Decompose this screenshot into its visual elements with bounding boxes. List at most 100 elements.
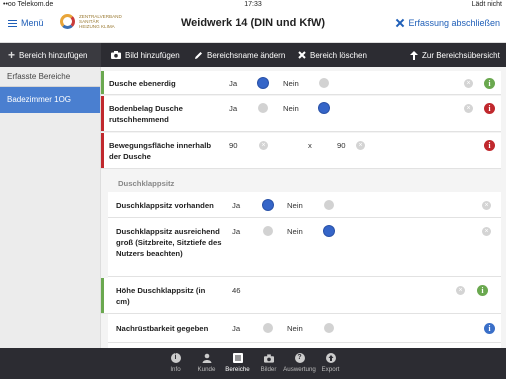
form-row: Bewegungsfläche innerhalb der Dusche 90 … <box>101 133 501 169</box>
sidebar-item-badezimmer[interactable]: Badezimmer 1OG <box>0 87 100 113</box>
add-image-label: Bild hinzufügen <box>125 50 180 60</box>
yes-label: Ja <box>229 79 238 88</box>
tab-auswertung[interactable]: ? Auswertung <box>283 348 316 379</box>
no-label: Nein <box>287 227 303 236</box>
tab-kunde[interactable]: Kunde <box>191 348 222 379</box>
clear-icon[interactable]: × <box>482 227 491 236</box>
add-area-label: Bereich hinzufügen <box>19 50 88 60</box>
info-icon[interactable]: i <box>484 323 495 334</box>
clear-icon[interactable]: × <box>464 79 473 88</box>
tab-info[interactable]: i Info <box>160 348 191 379</box>
row-label: Duschklappsitz vorhanden <box>116 201 214 210</box>
pencil-icon <box>195 51 202 59</box>
overview-button[interactable]: Zur Bereichsübersicht <box>410 43 500 67</box>
tab-label: Kunde <box>197 366 216 373</box>
status-bar-green <box>101 278 104 313</box>
form-row: Höhe Duschklappsitz (in cm) 46 × i <box>101 278 501 314</box>
times-label: x <box>308 141 312 150</box>
clear-icon[interactable]: × <box>482 201 491 210</box>
yes-label: Ja <box>232 324 241 333</box>
section-title: Duschklappsitz <box>118 179 175 188</box>
clear-icon[interactable]: × <box>356 141 365 150</box>
yes-radio[interactable] <box>263 226 273 236</box>
toolbar: + Bereich hinzufügen Bild hinzufügen Ber… <box>0 43 506 67</box>
tab-label: Bereiche <box>225 366 250 373</box>
form-row: Bodenbelag Dusche rutschhemmend Ja Nein … <box>101 96 501 132</box>
yes-label: Ja <box>229 104 238 113</box>
yes-label: Ja <box>232 201 241 210</box>
sidebar-header: Erfasste Bereiche <box>0 67 100 87</box>
row-label: Höhe Duschklappsitz (in cm) <box>116 286 206 306</box>
row-label: Duschklappsitz ausreichend groß (Sitzbre… <box>116 227 222 258</box>
add-area-button[interactable]: + Bereich hinzufügen <box>0 43 101 67</box>
status-bar-green <box>101 71 104 94</box>
info-icon[interactable]: i <box>484 78 495 89</box>
info-icon: i <box>170 353 181 363</box>
add-image-button[interactable]: Bild hinzufügen <box>111 43 180 67</box>
section-duschklappsitz: Duschklappsitz Duschklappsitz vorhanden … <box>101 170 501 348</box>
depth-value[interactable]: 90 <box>337 141 346 150</box>
no-label: Nein <box>287 324 303 333</box>
no-radio[interactable] <box>319 78 329 88</box>
sidebar: Erfasste Bereiche Badezimmer 1OG <box>0 67 101 348</box>
delete-area-button[interactable]: Bereich löschen <box>298 43 367 67</box>
tab-label: Auswertung <box>283 366 316 373</box>
status-bar-red <box>101 96 104 131</box>
clock-label: 17:33 <box>244 1 262 8</box>
no-label: Nein <box>283 79 299 88</box>
no-label: Nein <box>287 201 303 210</box>
width-value[interactable]: 90 <box>229 141 238 150</box>
finish-label: Erfassung abschließen <box>408 18 500 28</box>
info-icon[interactable]: i <box>477 285 488 296</box>
info-icon[interactable]: i <box>484 103 495 114</box>
form-row: Nachrüstbarkeit gegeben Ja Nein i <box>108 315 501 343</box>
tab-label: Bilder <box>260 366 277 373</box>
no-radio[interactable] <box>324 226 334 236</box>
status-bar-red <box>101 133 104 168</box>
form-row: Dusche ebenerdig Ja Nein × i <box>101 71 501 95</box>
rename-area-button[interactable]: Bereichsname ändern <box>194 43 285 67</box>
export-icon <box>325 353 336 363</box>
close-icon <box>396 19 404 27</box>
clear-icon[interactable]: × <box>464 104 473 113</box>
overview-label: Zur Bereichsübersicht <box>422 50 500 60</box>
section-panel: Duschklappsitz vorhanden Ja Nein × Dusch… <box>101 192 501 348</box>
yes-radio[interactable] <box>258 103 268 113</box>
camera-icon <box>263 353 274 363</box>
person-icon <box>202 353 212 363</box>
height-value[interactable]: 46 <box>232 286 241 295</box>
list-icon <box>232 353 243 363</box>
no-radio[interactable] <box>324 323 334 333</box>
delete-area-label: Bereich löschen <box>310 50 367 60</box>
form-row: Duschklappsitz ausreichend groß (Sitzbre… <box>108 219 501 277</box>
row-label: Nachrüstbarkeit gegeben <box>116 324 209 333</box>
clear-icon[interactable]: × <box>259 141 268 150</box>
tab-bereiche[interactable]: Bereiche <box>222 348 253 379</box>
info-icon[interactable]: i <box>484 140 495 151</box>
bottom-tab-bar: i Info Kunde Bereiche Bilder ? Auswertun… <box>0 348 506 379</box>
question-icon: ? <box>294 353 305 363</box>
yes-label: Ja <box>232 227 241 236</box>
no-radio[interactable] <box>319 103 329 113</box>
tab-label: Info <box>170 366 181 373</box>
row-label: Dusche ebenerdig <box>109 79 176 88</box>
row-label: Bodenbelag Dusche rutschhemmend <box>109 104 183 124</box>
status-bar: ••oo Telekom.de 17:33 Lädt nicht <box>0 0 506 9</box>
arrow-up-icon <box>410 50 418 60</box>
form-row: Duschklappsitz vorhanden Ja Nein × <box>108 192 501 218</box>
yes-radio[interactable] <box>263 200 273 210</box>
tab-bilder[interactable]: Bilder <box>253 348 284 379</box>
plus-icon: + <box>8 48 16 62</box>
tab-export[interactable]: Export <box>315 348 346 379</box>
finish-button[interactable]: Erfassung abschließen <box>396 18 500 28</box>
tab-label: Export <box>321 366 340 373</box>
no-label: Nein <box>283 104 299 113</box>
row-label: Bewegungsfläche innerhalb der Dusche <box>109 141 212 161</box>
form-content: Dusche ebenerdig Ja Nein × i Bodenbelag … <box>101 67 506 348</box>
app-header: Menü ZENTRALVERBAND SANITÄR HEIZUNG KLIM… <box>0 9 506 43</box>
battery-label: Lädt nicht <box>471 1 502 8</box>
clear-icon[interactable]: × <box>456 286 465 295</box>
no-radio[interactable] <box>324 200 334 210</box>
yes-radio[interactable] <box>258 78 268 88</box>
yes-radio[interactable] <box>263 323 273 333</box>
